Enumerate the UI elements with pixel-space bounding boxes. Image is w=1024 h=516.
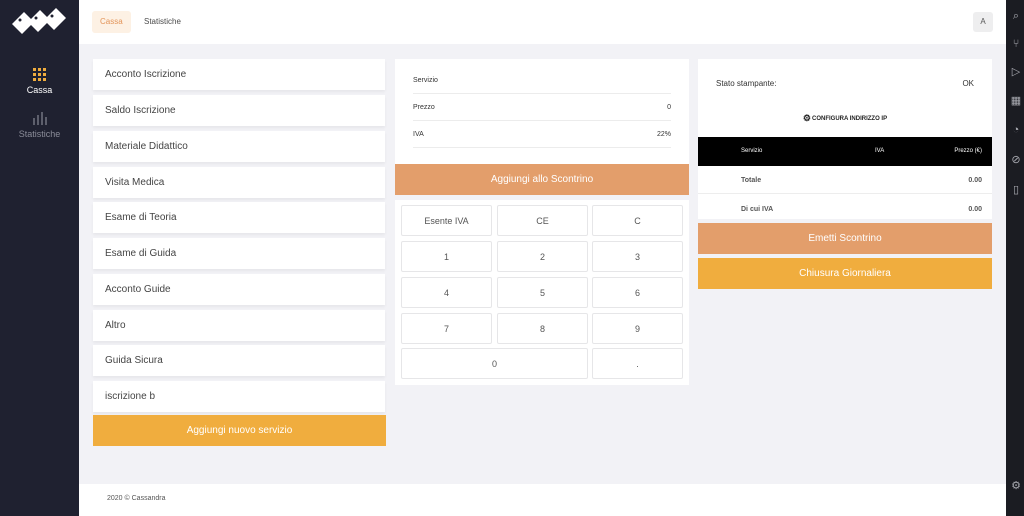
key-2[interactable]: 2: [497, 241, 588, 272]
printer-status-value: OK: [962, 79, 974, 88]
avatar[interactable]: A: [973, 12, 993, 32]
service-button[interactable]: Saldo Iscrizione: [93, 95, 385, 126]
git-icon[interactable]: ⑂: [1010, 38, 1022, 50]
service-button[interactable]: Acconto Iscrizione: [93, 59, 385, 90]
gear-icon[interactable]: ⚙: [1010, 480, 1022, 492]
printer-status-row: Stato stampante: OK: [716, 79, 974, 88]
service-button[interactable]: Guida Sicura: [93, 345, 385, 376]
key-1[interactable]: 1: [401, 241, 492, 272]
key-4[interactable]: 4: [401, 277, 492, 308]
total-label: Totale: [741, 177, 762, 184]
service-button[interactable]: Acconto Guide: [93, 274, 385, 305]
key-esente-iva[interactable]: Esente IVA: [401, 205, 492, 236]
keypad: Esente IVA CE C 1 2 3 4 5 6 7 8 9 0 .: [395, 200, 689, 385]
sidebar-item-label: Statistiche: [18, 129, 61, 139]
key-ce[interactable]: CE: [497, 205, 588, 236]
item-price-label: Prezzo: [413, 103, 435, 111]
tab-cassa[interactable]: Cassa: [92, 11, 131, 33]
key-c[interactable]: C: [592, 205, 683, 236]
item-iva-value[interactable]: 22%: [657, 131, 671, 138]
service-button[interactable]: Altro: [93, 310, 385, 341]
sidebar-item-cassa[interactable]: Cassa: [0, 68, 79, 95]
configure-ip-label: CONFIGURA INDIRIZZO IP: [811, 116, 888, 122]
receipt-panel: Stato stampante: OK ⚙CONFIGURA INDIRIZZO…: [698, 59, 992, 219]
link-icon[interactable]: ⊘: [1010, 154, 1022, 166]
key-9[interactable]: 9: [592, 313, 683, 344]
vat-row: Di cui IVA 0.00: [698, 195, 992, 223]
key-3[interactable]: 3: [592, 241, 683, 272]
top-header: Cassa Statistiche A: [79, 0, 1006, 44]
footer: 2020 © Cassandra: [79, 484, 1006, 516]
gear-icon: ⚙: [802, 113, 811, 123]
key-7[interactable]: 7: [401, 313, 492, 344]
item-service-row: Servizio: [413, 67, 671, 94]
grid-icon: [33, 68, 46, 81]
receipt-table-header: Servizio IVA Prezzo (€): [698, 137, 992, 166]
page-icon[interactable]: ▯: [1010, 184, 1022, 196]
item-iva-row: IVA 22%: [413, 121, 671, 148]
printer-status-label: Stato stampante:: [716, 79, 777, 88]
service-button[interactable]: Materiale Didattico: [93, 131, 385, 162]
add-to-receipt-button[interactable]: Aggiungi allo Scontrino: [395, 164, 689, 195]
column-header: Prezzo (€): [954, 148, 982, 154]
clock-icon[interactable]: ◔: [1010, 124, 1022, 136]
bar-chart-icon: [32, 112, 47, 125]
item-service-label: Servizio: [413, 76, 438, 84]
service-button[interactable]: Esame di Teoria: [93, 202, 385, 233]
service-button[interactable]: iscrizione b: [93, 381, 385, 412]
right-toolbar: ⌕ ⑂ ▷ ▦ ◔ ⊘ ▯ ⚙: [1006, 0, 1024, 516]
sidebar-item-label: Cassa: [26, 85, 53, 95]
play-icon[interactable]: ▷: [1010, 66, 1022, 78]
column-header: Servizio: [741, 148, 763, 154]
app-logo: [12, 8, 66, 34]
add-service-button[interactable]: Aggiungi nuovo servizio: [93, 415, 386, 446]
total-row: Totale 0.00: [698, 166, 992, 194]
item-form: Servizio Prezzo 0 IVA 22%: [395, 59, 689, 164]
column-header: IVA: [875, 148, 885, 154]
item-iva-label: IVA: [413, 130, 424, 138]
configure-ip-button[interactable]: ⚙CONFIGURA INDIRIZZO IP: [698, 113, 992, 124]
item-price-row: Prezzo 0: [413, 94, 671, 121]
tab-statistiche[interactable]: Statistiche: [136, 11, 189, 33]
sidebar-item-statistiche[interactable]: Statistiche: [0, 112, 79, 139]
search-icon[interactable]: ⌕: [1010, 10, 1022, 22]
key-decimal[interactable]: .: [592, 348, 683, 379]
key-0[interactable]: 0: [401, 348, 588, 379]
item-price-value[interactable]: 0: [667, 104, 671, 111]
vat-label: Di cui IVA: [741, 206, 774, 213]
daily-closing-button[interactable]: Chiusura Giornaliera: [698, 258, 992, 289]
blocks-icon[interactable]: ▦: [1010, 95, 1022, 107]
total-value: 0.00: [968, 177, 982, 184]
vat-value: 0.00: [968, 206, 982, 213]
key-6[interactable]: 6: [592, 277, 683, 308]
service-button[interactable]: Visita Medica: [93, 167, 385, 198]
key-8[interactable]: 8: [497, 313, 588, 344]
key-5[interactable]: 5: [497, 277, 588, 308]
service-button[interactable]: Esame di Guida: [93, 238, 385, 269]
emit-receipt-button[interactable]: Emetti Scontrino: [698, 223, 992, 254]
sidebar: Cassa Statistiche: [0, 0, 79, 516]
